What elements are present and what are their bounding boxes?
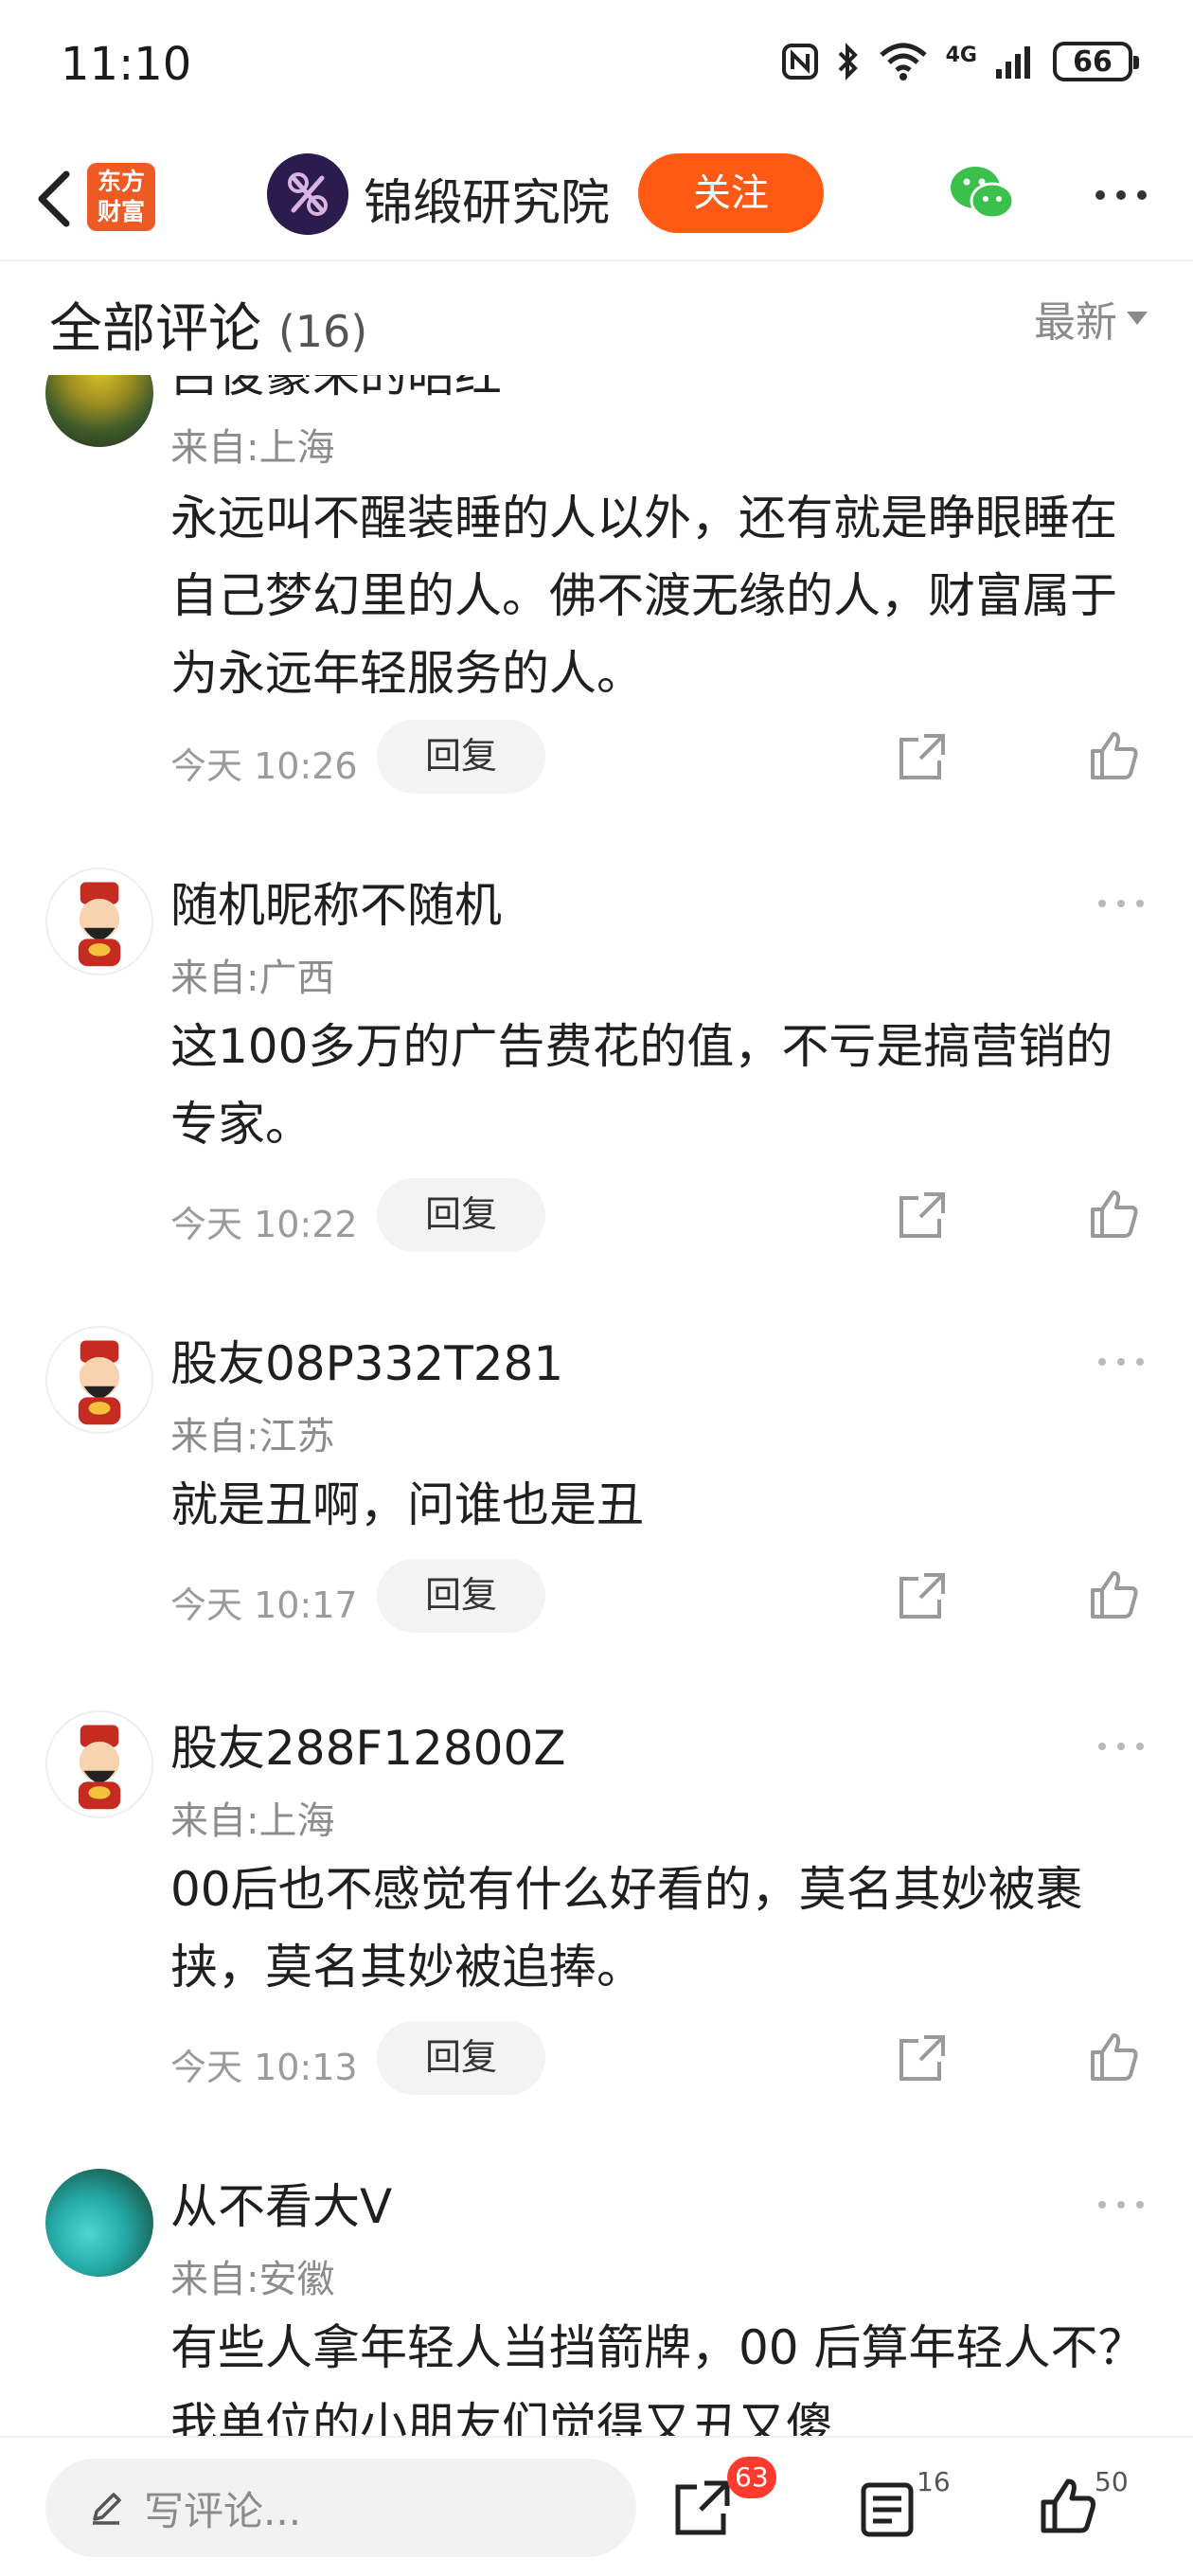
commenter-avatar[interactable] xyxy=(45,1710,153,1818)
like-icon[interactable] xyxy=(1087,1187,1140,1240)
share-icon[interactable] xyxy=(672,2478,733,2538)
reply-button[interactable]: 回复 xyxy=(377,1559,545,1633)
back-arrow-icon[interactable] xyxy=(25,161,85,237)
commenter-avatar[interactable] xyxy=(45,2169,153,2277)
commenter-avatar[interactable] xyxy=(45,868,153,975)
reply-button[interactable]: 回复 xyxy=(377,720,545,794)
comment-text: 00后也不感觉有什么好看的，莫名其妙被裹挟，莫名其妙被追捧。 xyxy=(170,1862,1083,1995)
like-icon[interactable] xyxy=(1087,1567,1140,1620)
app-logo-line2: 财富 xyxy=(97,198,145,225)
more-options-icon[interactable] xyxy=(1096,1354,1146,1369)
article-header: 东方 财富 锦缎研究院 关注 xyxy=(0,142,1193,261)
commenter-name[interactable]: 从不看大V xyxy=(170,2169,392,2237)
signal-icon xyxy=(996,46,1030,79)
commenter-avatar[interactable] xyxy=(45,1326,153,1434)
comment-count: 16 xyxy=(917,2466,951,2497)
comment-time: 今天 10:22 xyxy=(170,1204,358,1245)
comment-item: 随机昵称不随机 来自:广西 这100多万的广告费花的值，不亏是搞营销的专家。 今… xyxy=(0,868,1193,1284)
reply-button[interactable]: 回复 xyxy=(377,2021,545,2095)
comment-item: 股友08P332T281 来自:江苏 就是丑啊，问谁也是丑 今天 10:17 回… xyxy=(0,1326,1193,1667)
share-icon[interactable] xyxy=(896,730,949,783)
comment-text: 有些人拿年轻人当挡箭牌，00 后算年轻人不？我单位的小朋友们觉得又丑又傻 xyxy=(170,2320,1146,2436)
write-comment-input[interactable]: 写评论... xyxy=(45,2459,636,2557)
nfc-icon xyxy=(781,44,818,80)
battery-indicator: 66 xyxy=(1053,42,1139,81)
comment-list-icon[interactable] xyxy=(860,2481,915,2538)
sort-dropdown[interactable]: 最新 xyxy=(1034,288,1148,349)
like-icon[interactable] xyxy=(1087,728,1140,781)
like-icon[interactable] xyxy=(1087,2030,1140,2083)
app-logo-line1: 东方 xyxy=(97,168,145,195)
like-count: 50 xyxy=(1095,2466,1129,2497)
network-type: 4G xyxy=(945,43,977,67)
comment-time: 今天 10:17 xyxy=(170,1584,358,1626)
share-icon[interactable] xyxy=(896,1569,949,1622)
commenter-name[interactable]: 股友08P332T281 xyxy=(170,1326,563,1394)
pencil-icon xyxy=(93,2493,121,2525)
commenter-name[interactable]: 吕俊豪来的昭红 xyxy=(170,375,502,405)
comments-title: 全部评论 (16) xyxy=(49,286,367,363)
sort-label: 最新 xyxy=(1034,298,1117,347)
commenter-location: 来自:上海 xyxy=(170,426,335,470)
comment-item: 股友288F12800Z 来自:上海 00后也不感觉有什么好看的，莫名其妙被裹挟… xyxy=(0,1710,1193,2127)
bluetooth-icon xyxy=(838,43,858,80)
comments-header: 全部评论 (16) 最新 xyxy=(0,261,1193,375)
more-options-icon[interactable] xyxy=(1096,1739,1146,1754)
comment-text: 这100多万的广告费花的值，不亏是搞营销的专家。 xyxy=(170,1019,1113,1152)
wifi-icon xyxy=(879,43,927,80)
reply-button[interactable]: 回复 xyxy=(377,1178,545,1252)
comment-list[interactable]: 吕俊豪来的昭红 来自:上海 永远叫不醒装睡的人以外，还有就是睁眼睡在自己梦幻里的… xyxy=(0,375,1193,2436)
commenter-location: 来自:安徽 xyxy=(170,2258,335,2301)
caret-down-icon xyxy=(1127,312,1148,325)
follow-button[interactable]: 关注 xyxy=(638,153,824,233)
commenter-location: 来自:上海 xyxy=(170,1799,335,1843)
author-avatar[interactable] xyxy=(267,153,348,235)
comment-item: 从不看大V 来自:安徽 有些人拿年轻人当挡箭牌，00 后算年轻人不？我单位的小朋… xyxy=(0,2169,1193,2436)
commenter-location: 来自:江苏 xyxy=(170,1415,335,1458)
comments-title-text: 全部评论 xyxy=(49,298,261,360)
comment-item: 吕俊豪来的昭红 来自:上海 永远叫不醒装睡的人以外，还有就是睁眼睡在自己梦幻里的… xyxy=(0,375,1193,830)
share-icon[interactable] xyxy=(896,1189,949,1242)
comment-time: 今天 10:26 xyxy=(170,745,358,787)
wechat-share-icon[interactable] xyxy=(949,163,1017,224)
comment-input-placeholder: 写评论... xyxy=(144,2487,302,2534)
commenter-location: 来自:广西 xyxy=(170,957,335,1000)
status-icons: 4G 66 xyxy=(781,42,1139,81)
comment-text: 就是丑啊，问谁也是丑 xyxy=(170,1477,644,1532)
status-time: 11:10 xyxy=(61,38,192,91)
like-icon[interactable] xyxy=(1038,2476,1098,2536)
commenter-name[interactable]: 股友288F12800Z xyxy=(170,1710,566,1779)
comments-count: (16) xyxy=(277,306,368,357)
more-options-icon[interactable] xyxy=(1093,188,1149,203)
status-bar: 11:10 4G 66 xyxy=(0,0,1193,142)
app-logo[interactable]: 东方 财富 xyxy=(87,163,155,231)
bottom-action-bar: 写评论... 63 16 50 xyxy=(0,2436,1193,2576)
share-icon[interactable] xyxy=(896,2031,949,2084)
more-options-icon[interactable] xyxy=(1096,2197,1146,2212)
commenter-name[interactable]: 随机昵称不随机 xyxy=(170,868,502,936)
comment-text: 永远叫不醒装睡的人以外，还有就是睁眼睡在自己梦幻里的人。佛不渡无缘的人，财富属于… xyxy=(170,491,1117,701)
commenter-avatar[interactable] xyxy=(45,375,153,447)
share-count-badge: 63 xyxy=(727,2457,776,2498)
comment-time: 今天 10:13 xyxy=(170,2047,358,2088)
author-name[interactable]: 锦缎研究院 xyxy=(364,163,610,234)
more-options-icon[interactable] xyxy=(1096,896,1146,911)
